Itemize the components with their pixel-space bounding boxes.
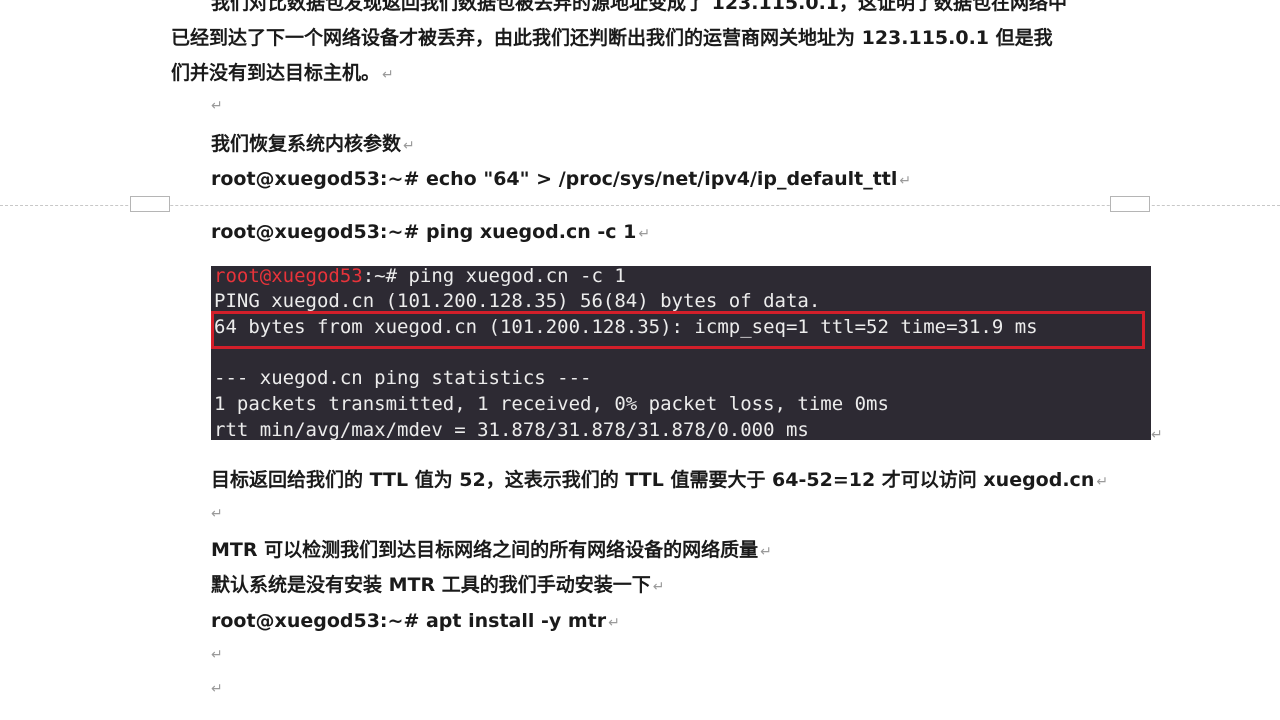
terminal-line: 1 packets transmitted, 1 received, 0% pa…: [214, 393, 889, 415]
paragraph-text: MTR 可以检测我们到达目标网络之间的所有网络设备的网络质量: [211, 539, 759, 561]
paragraph-mark-icon: ↵: [211, 681, 223, 697]
paragraph-mark-icon: ↵: [638, 226, 651, 242]
command-text: root@xuegod53:~# apt install -y mtr: [211, 610, 607, 632]
paragraph-line: 们并没有到达目标主机。 ↵: [171, 61, 394, 87]
paragraph-mark-icon: ↵: [1096, 474, 1109, 490]
page-break-divider: [0, 205, 1280, 206]
paragraph-text: 我们对比数据包发现返回我们数据包被丢弃的源地址变成了 123.115.0.1，这…: [211, 0, 1068, 14]
paragraph-mark-icon: ↵: [899, 173, 912, 189]
command-text: root@xuegod53:~# ping xuegod.cn -c 1: [211, 221, 637, 243]
paragraph-text: 我们恢复系统内核参数: [211, 133, 402, 155]
terminal-command: :~# ping xuegod.cn -c 1: [362, 265, 626, 287]
command-line: root@xuegod53:~# apt install -y mtr ↵: [211, 609, 620, 635]
paragraph-mark-icon: ↵: [1151, 427, 1163, 443]
paragraph-mark-icon: ↵: [652, 579, 665, 595]
terminal-line: root@xuegod53:~# ping xuegod.cn -c 1: [214, 263, 626, 289]
paragraph-line: 我们对比数据包发现返回我们数据包被丢弃的源地址变成了 123.115.0.1，这…: [211, 0, 1067, 15]
command-text: root@xuegod53:~# echo "64" > /proc/sys/n…: [211, 168, 898, 190]
paragraph-mark-icon: ↵: [211, 98, 223, 114]
paragraph-text: 目标返回给我们的 TTL 值为 52，这表示我们的 TTL 值需要大于 64-5…: [211, 469, 1095, 491]
paragraph-mark-icon: ↵: [211, 506, 223, 522]
highlight-box: [211, 311, 1145, 349]
paragraph-mark-icon: ↵: [382, 67, 394, 83]
page-corner-mark: [130, 196, 170, 212]
terminal-line: rtt min/avg/max/mdev = 31.878/31.878/31.…: [214, 419, 809, 441]
paragraph-mark-icon: ↵: [211, 647, 223, 663]
paragraph-line: 已经到达了下一个网络设备才被丢弃，由此我们还判断出我们的运营商网关地址为 123…: [171, 26, 1053, 50]
paragraph-text: 们并没有到达目标主机。: [171, 62, 381, 84]
paragraph-line: MTR 可以检测我们到达目标网络之间的所有网络设备的网络质量 ↵: [211, 538, 772, 564]
page-corner-mark: [1110, 196, 1150, 212]
command-line: root@xuegod53:~# echo "64" > /proc/sys/n…: [211, 167, 911, 193]
paragraph-line: 我们恢复系统内核参数 ↵: [211, 132, 415, 158]
command-line: root@xuegod53:~# ping xuegod.cn -c 1 ↵: [211, 220, 650, 246]
terminal-line: --- xuegod.cn ping statistics ---: [214, 367, 592, 389]
paragraph-text: 默认系统是没有安装 MTR 工具的我们手动安装一下: [211, 574, 651, 596]
paragraph-line: 默认系统是没有安装 MTR 工具的我们手动安装一下 ↵: [211, 573, 664, 599]
paragraph-mark-icon: ↵: [608, 615, 620, 631]
paragraph-line: 目标返回给我们的 TTL 值为 52，这表示我们的 TTL 值需要大于 64-5…: [211, 468, 1108, 494]
paragraph-mark-icon: ↵: [760, 544, 772, 560]
paragraph-mark-icon: ↵: [403, 138, 415, 154]
terminal-prompt-user: root@xuegod53: [214, 265, 363, 287]
terminal-screenshot: root@xuegod53:~# ping xuegod.cn -c 1 PIN…: [211, 263, 1151, 441]
paragraph-text: 已经到达了下一个网络设备才被丢弃，由此我们还判断出我们的运营商网关地址为 123…: [171, 27, 1053, 49]
